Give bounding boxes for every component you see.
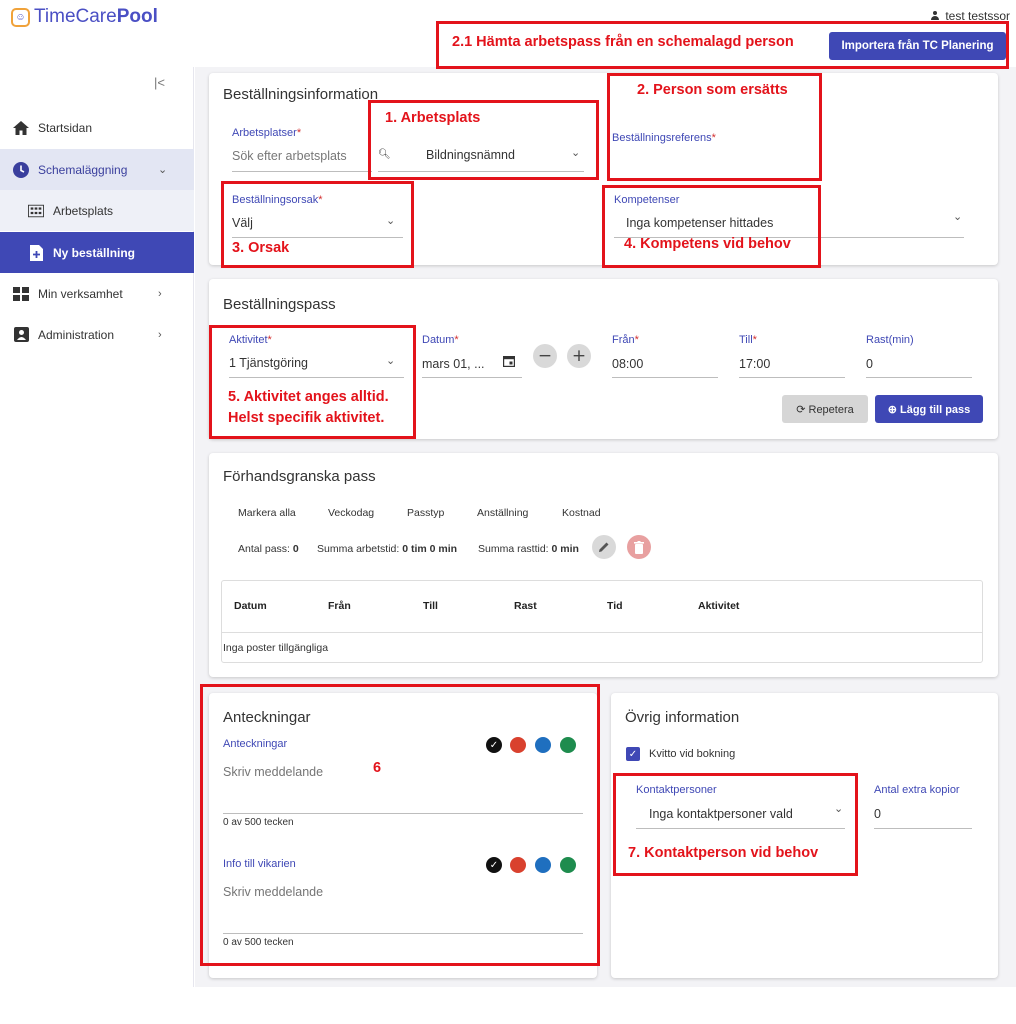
- clock-icon: [13, 161, 29, 178]
- sidebar: |< Startsidan Schemaläggning ⌄ Arbetspla…: [0, 67, 194, 987]
- preview-title: Förhandsgranska pass: [223, 468, 376, 485]
- increase-date-button[interactable]: +: [567, 344, 591, 368]
- annotation-4-text: 4. Kompetens vid behov: [624, 236, 791, 252]
- user-icon: [930, 11, 940, 21]
- admin-icon: [13, 327, 29, 343]
- other-info-title: Övrig information: [625, 709, 740, 726]
- decrease-date-button[interactable]: −: [533, 344, 557, 368]
- sidebar-item-label: Min verksamhet: [38, 286, 123, 301]
- calendar-icon[interactable]: [503, 355, 516, 370]
- filter-select-all[interactable]: Markera alla: [238, 507, 296, 519]
- date-label: Datum*: [422, 334, 459, 346]
- filter-weekday[interactable]: Veckodag: [328, 507, 374, 519]
- from-label: Från*: [612, 334, 639, 346]
- order-info-title: Beställningsinformation: [223, 86, 379, 103]
- filter-employment[interactable]: Anställning: [477, 507, 528, 519]
- order-shift-title: Beställningspass: [223, 296, 336, 313]
- annotation-3-text: 3. Orsak: [232, 240, 290, 256]
- add-shift-button-label: Lägg till pass: [899, 403, 971, 416]
- app-logo[interactable]: ☺ TimeCare Pool: [11, 5, 158, 29]
- sidebar-item-label: Arbetsplats: [53, 203, 114, 218]
- annotation-7-text: 7. Kontaktperson vid behov: [628, 845, 819, 861]
- annotation-box-6: [200, 684, 600, 966]
- logo-text-thin: TimeCare: [34, 6, 117, 27]
- annotation-5-text-line1: 5. Aktivitet anges alltid.: [228, 389, 389, 405]
- column-header-time[interactable]: Tid: [607, 600, 623, 612]
- pencil-icon: [599, 542, 609, 552]
- sidebar-item-startsidan[interactable]: Startsidan: [0, 107, 194, 148]
- annotation-2-1-text: 2.1 Hämta arbetspass från en schemalagd …: [452, 34, 794, 50]
- from-underline: [612, 377, 718, 378]
- annotation-5-text-line2: Helst specifik aktivitet.: [228, 410, 385, 426]
- filter-cost[interactable]: Kostnad: [562, 507, 601, 519]
- sidebar-item-label: Startsidan: [38, 120, 93, 135]
- repeat-icon: ⟳: [796, 403, 809, 416]
- sidebar-item-label: Schemaläggning: [38, 162, 128, 177]
- building-icon: [28, 203, 44, 219]
- add-circle-icon: ⊕: [887, 403, 900, 416]
- annotation-1-text: 1. Arbetsplats: [385, 110, 481, 126]
- annotation-box-4: [602, 185, 821, 268]
- preview-table: [221, 580, 983, 663]
- to-input[interactable]: 17:00: [739, 357, 770, 371]
- date-input[interactable]: mars 01, ...: [422, 357, 485, 371]
- sidebar-item-min-verksamhet[interactable]: Min verksamhet ›: [0, 273, 194, 314]
- sidebar-item-ny-bestallning[interactable]: Ny beställning: [0, 232, 194, 273]
- from-input[interactable]: 08:00: [612, 357, 643, 371]
- shift-count: Antal pass: 0: [238, 543, 299, 555]
- workplace-search-input[interactable]: Sök efter arbetsplats: [232, 149, 347, 163]
- date-underline: [422, 377, 522, 378]
- column-header-to[interactable]: Till: [423, 600, 438, 612]
- total-work-time: Summa arbetstid: 0 tim 0 min: [317, 543, 458, 555]
- sidebar-item-label: Ny beställning: [53, 245, 136, 260]
- logo-text-bold: Pool: [116, 6, 158, 27]
- column-header-from[interactable]: Från: [328, 600, 351, 612]
- annotation-2-text: 2. Person som ersätts: [637, 82, 788, 98]
- to-underline: [739, 377, 845, 378]
- break-underline: [866, 377, 972, 378]
- to-label: Till*: [739, 334, 757, 346]
- column-header-activity[interactable]: Aktivitet: [698, 600, 739, 612]
- logo-icon: ☺: [11, 7, 30, 27]
- table-divider: [222, 632, 982, 633]
- repeat-button[interactable]: ⟳ Repetera: [782, 395, 868, 423]
- sidebar-item-administration[interactable]: Administration ›: [0, 314, 194, 355]
- collapse-sidebar-icon[interactable]: |<: [154, 75, 165, 90]
- chevron-right-icon: ›: [158, 287, 162, 300]
- extra-copies-label: Antal extra kopior: [874, 784, 960, 796]
- edit-shifts-button[interactable]: [592, 535, 616, 559]
- column-header-date[interactable]: Datum: [234, 600, 267, 612]
- chevron-right-icon: ›: [158, 328, 162, 341]
- sidebar-item-label: Administration: [38, 327, 115, 342]
- new-document-icon: [28, 244, 44, 261]
- add-shift-button[interactable]: ⊕ Lägg till pass: [875, 395, 983, 423]
- workplaces-label: Arbetsplatser*: [232, 127, 302, 139]
- break-input[interactable]: 0: [866, 357, 873, 371]
- sidebar-item-arbetsplats[interactable]: Arbetsplats: [0, 190, 194, 231]
- repeat-button-label: Repetera: [808, 403, 854, 416]
- receipt-checkbox[interactable]: ✓: [626, 747, 640, 761]
- table-empty-message: Inga poster tillgängliga: [223, 642, 329, 654]
- column-header-break[interactable]: Rast: [514, 600, 537, 612]
- receipt-label: Kvitto vid bokning: [649, 748, 736, 760]
- dashboard-icon: [13, 286, 29, 302]
- total-break-time: Summa rasttid: 0 min: [478, 543, 579, 555]
- chevron-down-icon: ⌄: [158, 164, 168, 176]
- annotation-6-text: 6: [373, 760, 382, 776]
- extra-copies-underline: [874, 828, 972, 829]
- filter-shift-type[interactable]: Passtyp: [407, 507, 444, 519]
- home-icon: [13, 120, 29, 136]
- break-label: Rast(min): [866, 334, 914, 346]
- sidebar-item-schemalaggning[interactable]: Schemaläggning ⌄: [0, 149, 194, 190]
- delete-shifts-button[interactable]: [627, 535, 651, 559]
- chevron-down-icon: ⌄: [953, 211, 963, 223]
- extra-copies-input[interactable]: 0: [874, 807, 881, 821]
- workplace-search-underline: [232, 171, 372, 172]
- trash-icon: [634, 540, 644, 554]
